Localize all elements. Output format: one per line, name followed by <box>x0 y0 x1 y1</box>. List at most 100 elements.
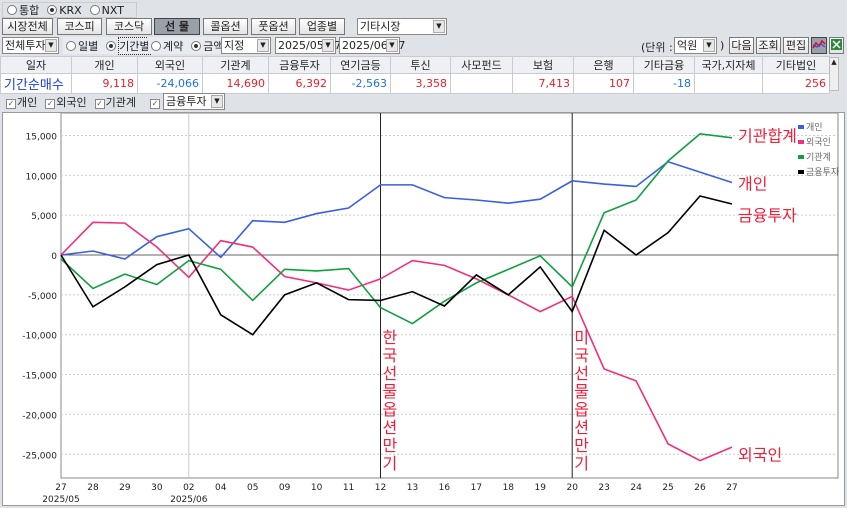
table-cell <box>694 73 763 94</box>
column-header[interactable]: 연기금등 <box>330 56 391 74</box>
x-tick-label: 10 <box>311 483 323 493</box>
column-header[interactable]: 기타법인 <box>762 56 830 74</box>
chart-svg: 15,000 10,000 5,000 0 -5,000 -10,000 -15,000 -2… <box>22 112 840 505</box>
line-chart-icon <box>812 39 826 49</box>
other-market-select[interactable]: 기타시장 ▼ <box>357 18 447 35</box>
x-tick-label: 20 <box>566 483 578 493</box>
chart-toggle-button[interactable] <box>811 37 827 54</box>
chevron-down-icon: ▼ <box>703 39 715 52</box>
column-header[interactable]: 투신 <box>390 56 451 74</box>
tab-kosdaq[interactable]: 코스닥 <box>106 18 152 35</box>
check-individual[interactable]: ✓ 개인 <box>6 94 37 110</box>
end-label: 금융투자 <box>738 206 797 225</box>
expiry-annotation-char: 션 <box>574 418 589 437</box>
y-tick-label: 5,000 <box>31 212 57 222</box>
expiry-annotation-char: 옵 <box>574 400 589 419</box>
column-header[interactable]: 금융투자 <box>268 56 331 74</box>
series-checkbox-row: ✓ 개인 ✓ 외국인 ✓ 기관계 ✓ <box>6 94 161 110</box>
x-tick-label: 30 <box>151 483 163 493</box>
y-tick-label: 10,000 <box>26 172 58 182</box>
column-header[interactable]: 기타금융 <box>633 56 695 74</box>
expiry-annotation-char: 선 <box>383 364 398 383</box>
end-label: 기관합계 <box>738 126 797 145</box>
excel-icon <box>831 39 842 50</box>
x-tick-label: 17 <box>471 483 482 493</box>
x-tick-label: 27 <box>55 483 66 493</box>
tab-kospi[interactable]: 코스피 <box>57 18 102 35</box>
table-scrollbar[interactable]: ▲ <box>829 57 839 91</box>
table-cell: 107 <box>573 73 634 94</box>
expiry-annotation-char: 국 <box>574 346 589 365</box>
y-tick-label: -25,000 <box>22 451 57 461</box>
tab-futures[interactable]: 선 물 <box>154 18 200 35</box>
table-header-row: 일자 개인 외국인 기관계 금융투자 연기금등 투신 사모펀드 보험 은행 기타금융 국가,지자체 기타… <box>0 56 830 74</box>
x-tick-label: 27 <box>726 483 737 493</box>
date-to-input[interactable]: 2025/06/27 ▼ <box>339 37 405 54</box>
table-cell: 9,118 <box>71 73 138 94</box>
query-button[interactable]: 조회 <box>756 37 781 54</box>
expiry-annotation-char: 선 <box>574 364 589 383</box>
unit-select[interactable]: 억원 ▼ <box>674 37 717 54</box>
legend-label: 기관계 <box>806 151 831 163</box>
tab-market-all[interactable]: 시장전체 <box>2 18 53 35</box>
expiry-annotation-char: 만 <box>574 436 589 455</box>
column-header[interactable]: 국가,지자체 <box>694 56 763 74</box>
column-header[interactable]: 일자 <box>0 56 72 74</box>
table-cell: 6,392 <box>268 73 331 94</box>
radio-krx[interactable]: KRX <box>47 4 82 17</box>
check-extra[interactable]: ✓ <box>150 96 161 109</box>
column-header[interactable]: 보험 <box>512 56 574 74</box>
legend-swatch <box>798 170 804 174</box>
legend-label: 개인 <box>806 122 823 133</box>
radio-daily[interactable]: 일별 <box>66 38 98 54</box>
radio-period[interactable]: 기간별 <box>106 36 151 55</box>
expiry-annotation-char: 물 <box>574 382 589 401</box>
legend-swatch <box>798 125 804 129</box>
excel-export-button[interactable] <box>829 37 844 54</box>
column-header[interactable]: 개인 <box>71 56 138 74</box>
radio-nxt[interactable]: NXT <box>89 4 124 17</box>
calendar-dropdown-icon: ▼ <box>386 39 398 52</box>
radio-amount[interactable]: 금액 <box>191 38 224 54</box>
chevron-down-icon: ▼ <box>45 39 57 52</box>
expiry-annotation-char: 옵 <box>383 400 398 419</box>
unit-label: (단위 : <box>641 41 673 54</box>
expiry-annotation-char: 만 <box>383 436 398 455</box>
radio-integrated[interactable]: 통합 <box>7 2 39 18</box>
expiry-annotation-char: 한 <box>383 328 398 347</box>
tab-call-option[interactable]: 콜옵션 <box>203 18 248 35</box>
column-header[interactable]: 기관계 <box>202 56 269 74</box>
table-cell: -18 <box>633 73 695 94</box>
radio-contracts[interactable]: 계약 <box>151 38 183 54</box>
extra-series-select[interactable]: 금융투자 ▼ <box>163 93 225 110</box>
table-row: 기간순매수 9,118 -24,066 14,690 6,392 -2,563 3,358 7… <box>0 73 830 94</box>
table-cell: 7,413 <box>512 73 574 94</box>
date-from-input[interactable]: 2025/05/27 ▼ <box>275 37 341 54</box>
plot-area <box>60 112 839 479</box>
expiry-annotation-char: 국 <box>383 346 398 365</box>
column-header[interactable]: 사모펀드 <box>450 56 513 74</box>
x-tick-label: 09 <box>279 483 291 493</box>
next-button[interactable]: 다음 <box>729 37 754 54</box>
table-cell: -24,066 <box>137 73 203 94</box>
edit-button[interactable]: 편집 <box>783 37 809 54</box>
legend-swatch <box>798 140 804 144</box>
tab-sector[interactable]: 업종별 <box>299 18 345 35</box>
chevron-down-icon: ▼ <box>257 39 269 52</box>
check-foreign[interactable]: ✓ 외국인 <box>45 94 87 110</box>
x-tick-label: 04 <box>215 483 227 493</box>
investor-select[interactable]: 전체투자자 ▼ <box>2 37 59 54</box>
y-tick-label: -10,000 <box>22 332 57 342</box>
tab-put-option[interactable]: 풋옵션 <box>251 18 296 35</box>
column-header[interactable]: 은행 <box>573 56 634 74</box>
legend-label: 외국인 <box>806 136 831 148</box>
x-tick-label: 29 <box>119 483 131 493</box>
range-select[interactable]: 지정 ▼ <box>221 37 271 54</box>
check-institution[interactable]: ✓ 기관계 <box>94 94 136 110</box>
investor-chart: 15,000 10,000 5,000 0 -5,000 -10,000 -15,000 -2… <box>2 112 845 506</box>
y-tick-label: -15,000 <box>22 372 57 382</box>
expiry-annotation-char: 물 <box>383 382 398 401</box>
column-header[interactable]: 외국인 <box>137 56 203 74</box>
x-tick-label: 11 <box>343 483 354 493</box>
investor-summary-table: 일자 개인 외국인 기관계 금융투자 연기금등 투신 사모펀드 보험 은행 기타금융 국가,지자체 기타… <box>0 56 830 94</box>
